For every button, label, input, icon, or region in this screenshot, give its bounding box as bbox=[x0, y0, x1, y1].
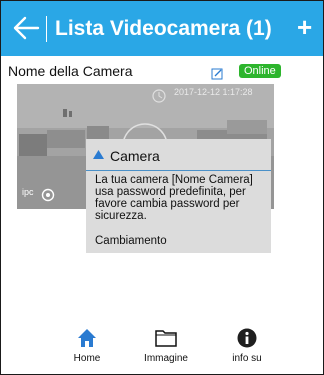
nav-images-label: Immagine bbox=[144, 353, 188, 364]
settings-icon[interactable] bbox=[41, 188, 55, 202]
timestamp: 2017-12-12 1:17:28 bbox=[174, 87, 253, 97]
app-frame: Lista Videocamera (1) + Nome della Camer… bbox=[0, 0, 324, 375]
popup-header: Camera bbox=[86, 139, 271, 172]
camera-name-label: Nome della Camera bbox=[8, 63, 133, 79]
add-camera-button[interactable]: + bbox=[297, 13, 312, 41]
popup-divider bbox=[86, 170, 271, 171]
info-icon bbox=[237, 328, 257, 348]
folder-icon bbox=[155, 330, 177, 347]
change-password-button[interactable]: Cambiamento bbox=[95, 235, 167, 247]
page-title: Lista Videocamera (1) bbox=[55, 17, 272, 40]
nav-images[interactable]: Immagine bbox=[126, 323, 206, 373]
nav-info-label: info su bbox=[232, 353, 262, 364]
home-icon bbox=[78, 329, 96, 347]
app-header: Lista Videocamera (1) + bbox=[1, 1, 323, 56]
nav-home[interactable]: Home bbox=[47, 323, 127, 373]
security-popup: Camera La tua camera [Nome Camera] usa p… bbox=[86, 139, 271, 253]
edit-icon[interactable] bbox=[211, 67, 224, 80]
status-badge: Online bbox=[239, 64, 281, 78]
nav-info[interactable]: info su bbox=[207, 323, 287, 373]
back-arrow-icon[interactable] bbox=[12, 15, 40, 41]
nav-home-label: Home bbox=[73, 353, 101, 364]
bottom-nav: Home Immagine info su bbox=[1, 323, 323, 374]
popup-message: La tua camera [Nome Camera] usa password… bbox=[95, 174, 253, 222]
popup-title: Camera bbox=[110, 148, 160, 164]
caret-up-icon bbox=[93, 150, 104, 159]
header-divider bbox=[46, 16, 47, 42]
camera-tag: ipc bbox=[22, 187, 34, 197]
